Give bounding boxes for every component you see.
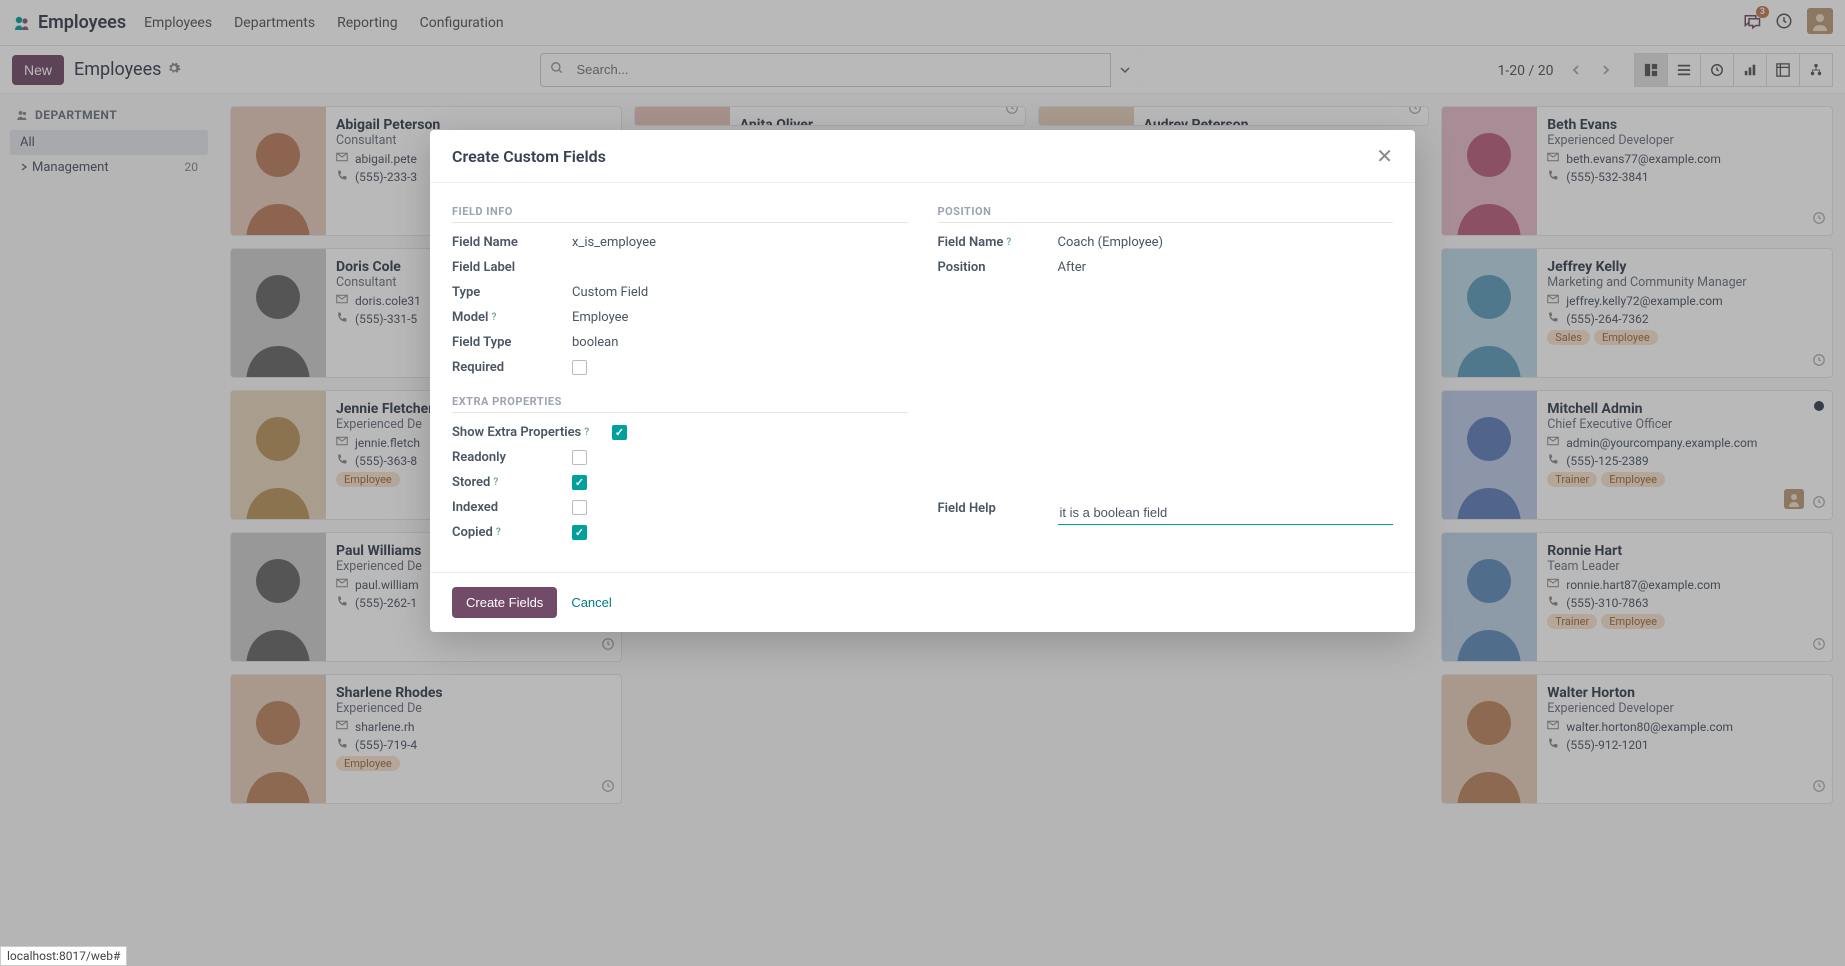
- copied-checkbox[interactable]: [572, 525, 587, 540]
- create-custom-fields-modal: Create Custom Fields ✕ FIELD INFO Field …: [430, 130, 1415, 632]
- required-label: Required: [452, 360, 572, 375]
- stored-label: Stored ?: [452, 475, 572, 490]
- indexed-label: Indexed: [452, 500, 572, 515]
- section-position: POSITION: [938, 205, 1394, 223]
- modal-header: Create Custom Fields ✕: [430, 130, 1415, 183]
- modal-title: Create Custom Fields: [452, 147, 606, 166]
- field-type-value[interactable]: boolean: [572, 335, 908, 350]
- modal-footer: Create Fields Cancel: [430, 572, 1415, 632]
- readonly-label: Readonly: [452, 450, 572, 465]
- type-value[interactable]: Custom Field: [572, 285, 908, 300]
- type-label: Type: [452, 285, 572, 300]
- position-label: Position: [938, 260, 1058, 275]
- section-extra: EXTRA PROPERTIES: [452, 395, 908, 413]
- help-icon[interactable]: ?: [584, 427, 589, 438]
- pos-field-name-label: Field Name ?: [938, 235, 1058, 250]
- required-checkbox[interactable]: [572, 360, 587, 375]
- close-icon[interactable]: ✕: [1376, 146, 1393, 166]
- readonly-checkbox[interactable]: [572, 450, 587, 465]
- field-label-label: Field Label: [452, 260, 572, 275]
- section-field-info: FIELD INFO: [452, 205, 908, 223]
- cancel-button[interactable]: Cancel: [571, 595, 611, 610]
- help-icon[interactable]: ?: [1006, 237, 1011, 248]
- help-icon[interactable]: ?: [491, 312, 496, 323]
- model-value[interactable]: Employee: [572, 310, 908, 325]
- indexed-checkbox[interactable]: [572, 500, 587, 515]
- help-icon[interactable]: ?: [496, 527, 501, 538]
- help-icon[interactable]: ?: [493, 477, 498, 488]
- field-name-label: Field Name: [452, 235, 572, 250]
- modal-body: FIELD INFO Field Namex_is_employee Field…: [430, 183, 1415, 572]
- pos-field-name-value[interactable]: Coach (Employee): [1058, 235, 1394, 250]
- field-help-label: Field Help: [938, 501, 1058, 516]
- position-value[interactable]: After: [1058, 260, 1394, 275]
- modal-overlay: Create Custom Fields ✕ FIELD INFO Field …: [0, 0, 1845, 966]
- field-help-input[interactable]: [1058, 501, 1394, 525]
- model-label: Model?: [452, 310, 572, 325]
- show-extra-checkbox[interactable]: [612, 425, 627, 440]
- field-type-label: Field Type: [452, 335, 572, 350]
- field-name-value[interactable]: x_is_employee: [572, 235, 908, 250]
- browser-status-bar: localhost:8017/web#: [0, 946, 127, 966]
- copied-label: Copied ?: [452, 525, 572, 540]
- create-fields-button[interactable]: Create Fields: [452, 587, 557, 618]
- stored-checkbox[interactable]: [572, 475, 587, 490]
- show-extra-label: Show Extra Properties ?: [452, 425, 612, 440]
